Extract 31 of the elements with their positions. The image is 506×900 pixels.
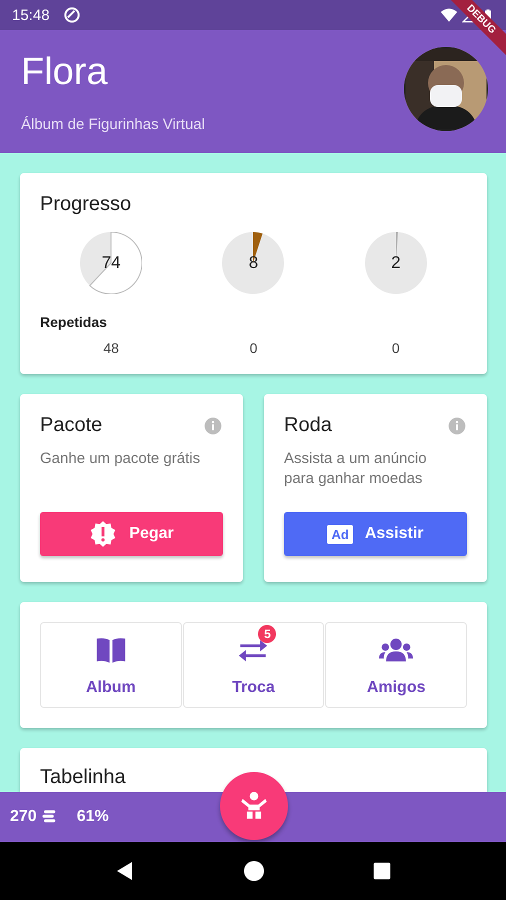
offer-description: Ganhe um pacote grátis [40,449,202,469]
pie-value: 8 [248,253,258,273]
recents-icon[interactable] [371,860,394,882]
claim-button[interactable]: Pegar [40,512,223,556]
wifi-icon [440,6,458,24]
app-title: Flora [21,50,109,94]
card-title: Roda [284,414,332,437]
card-title: Tabelinha [40,766,127,789]
watch-button[interactable]: Ad Assistir [284,512,467,556]
menu-tile[interactable]: Amigos [325,622,467,708]
alert-badge-icon [89,520,118,548]
card-title: Progresso [40,193,132,216]
repeated-label: Repetidas [40,314,108,330]
repeated-count: 48 [102,340,120,356]
completion-percent: 61% [76,808,109,826]
pie-value: 74 [102,253,121,273]
pie-background [364,232,427,294]
card-title: Pacote [40,414,102,437]
pie-value: 2 [391,253,401,273]
clock: 15:48 [12,6,50,24]
repeated-count: 0 [390,340,401,356]
pie-background [222,232,284,294]
count-badge: 5 [258,625,276,643]
app-subtitle: Álbum de Figurinhas Virtual [21,116,206,132]
menu-tile[interactable]: Album [40,622,182,708]
repeated-count: 0 [248,340,258,356]
offer-description: Assista a um anúncio para ganhar moedas [284,449,428,489]
ad-icon: Ad [327,524,353,544]
home-icon[interactable] [242,859,266,883]
coin-count: 270 [10,808,37,826]
menu-tile[interactable]: Troca 5 [182,622,324,708]
